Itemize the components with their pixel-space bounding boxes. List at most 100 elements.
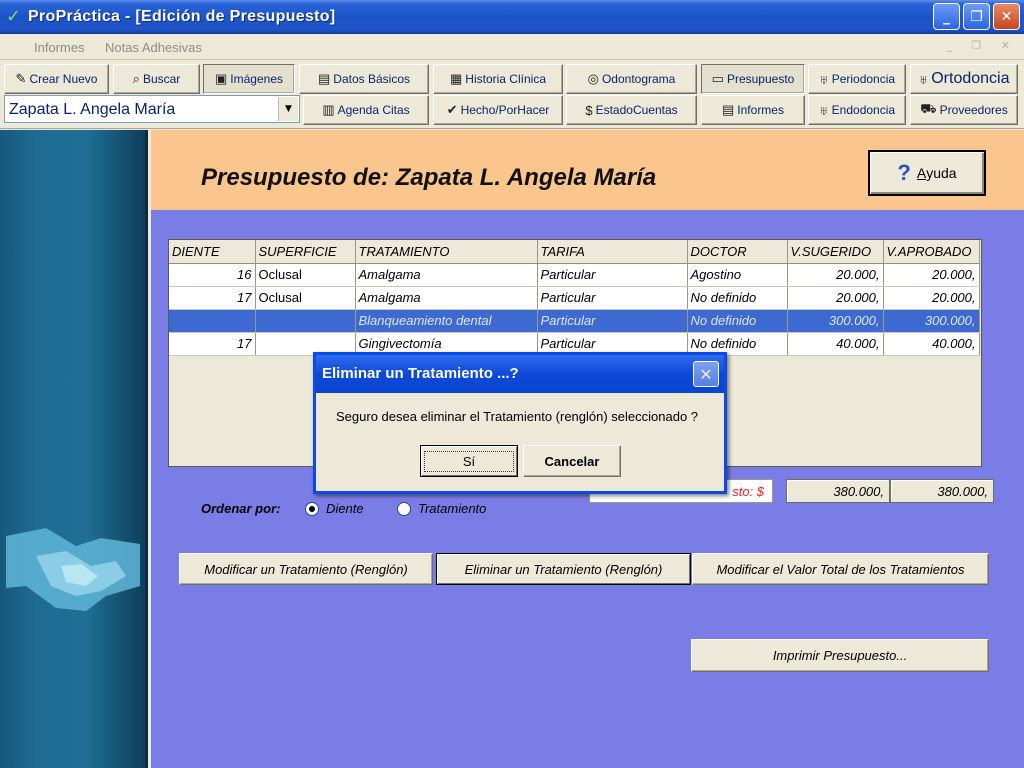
imagenes-button[interactable]: ▣ Imágenes <box>203 64 295 94</box>
cell-diente: 17 <box>169 286 256 310</box>
col-header-diente[interactable]: DIENTE <box>169 240 256 264</box>
camera-icon: ▣ <box>215 71 228 86</box>
chevron-down-icon[interactable]: ▼ <box>278 97 298 121</box>
cell-v-sugerido: 300.000, <box>787 309 884 333</box>
sort-label: Ordenar por: <box>201 501 281 516</box>
dialog-cancel-button[interactable]: Cancelar <box>523 445 621 477</box>
col-header-superficie[interactable]: SUPERFICIE <box>255 240 356 264</box>
binoculars-icon: ⌕ <box>132 71 140 86</box>
close-icon: ✕ <box>699 364 713 384</box>
calendar-icon: ▥ <box>322 102 335 117</box>
informes-button[interactable]: ▤ Informes <box>701 95 805 125</box>
col-header-v-sugerido[interactable]: V.SUGERIDO <box>787 240 884 264</box>
cell-tratamiento: Blanqueamiento dental <box>355 309 538 333</box>
table-row[interactable]: 17 Oclusal Amalgama Particular No defini… <box>169 286 980 310</box>
question-icon: ? <box>897 160 911 185</box>
handshake-image <box>6 528 140 611</box>
cell-superficie <box>255 309 356 333</box>
cell-doctor: Agostino <box>687 263 788 287</box>
dialog-message: Seguro desea eliminar el Tratamiento (re… <box>336 409 699 424</box>
historia-clinica-button[interactable]: ▦ Historia Clínica <box>433 64 563 94</box>
agenda-citas-button[interactable]: ▥ Agenda Citas <box>303 95 429 125</box>
col-header-doctor[interactable]: DOCTOR <box>687 240 788 264</box>
table-row-selected[interactable]: Blanqueamiento dental Particular No defi… <box>169 309 980 333</box>
cell-diente: 16 <box>169 263 256 287</box>
cell-v-aprobado: 40.000, <box>883 332 980 356</box>
sort-radio-diente[interactable] <box>305 502 319 516</box>
restore-button[interactable]: ❐ <box>963 3 990 30</box>
cell-superficie: Oclusal <box>255 263 356 287</box>
cell-v-aprobado: 300.000, <box>883 309 980 333</box>
tooth-icon: ♅ <box>818 71 829 87</box>
total-sugerido: 380.000, <box>786 479 890 503</box>
window-title: ProPráctica - [Edición de Presupuesto] <box>28 8 336 25</box>
patient-select-value: Zapata L. Angela María <box>9 101 176 118</box>
app-check-icon: ✓ <box>6 6 22 27</box>
ortodoncia-button[interactable]: ♅ Ortodoncia <box>910 64 1018 94</box>
document-icon: ▤ <box>722 102 735 117</box>
sort-option-tratamiento[interactable]: Tratamiento <box>418 501 486 516</box>
proveedores-button[interactable]: ⛟ Proveedores <box>910 95 1018 125</box>
endodoncia-button[interactable]: ♅ Endodoncia <box>808 95 906 125</box>
hecho-por-hacer-button[interactable]: ✔ Hecho/PorHacer <box>433 95 563 125</box>
menu-notas-adhesivas[interactable]: Notas Adhesivas <box>105 40 202 55</box>
money-icon: $ <box>585 102 593 118</box>
buscar-button[interactable]: ⌕ Buscar <box>113 64 200 94</box>
cell-doctor: No definido <box>687 286 788 310</box>
cell-tarifa: Particular <box>537 286 688 310</box>
cell-v-aprobado: 20.000, <box>883 263 980 287</box>
estado-cuentas-button[interactable]: $ EstadoCuentas <box>566 95 697 125</box>
close-button[interactable]: ✕ <box>993 3 1020 30</box>
sort-option-diente[interactable]: Diente <box>326 501 364 516</box>
col-header-tratamiento[interactable]: TRATAMIENTO <box>355 240 538 264</box>
dialog-title-bar[interactable]: Eliminar un Tratamiento ...? ✕ <box>316 355 724 393</box>
table-row[interactable]: 16 Oclusal Amalgama Particular Agostino … <box>169 263 980 287</box>
crear-nuevo-button[interactable]: ✎ Crear Nuevo <box>4 64 109 94</box>
dialog-close-button[interactable]: ✕ <box>693 361 719 387</box>
menu-informes[interactable]: Informes <box>34 40 85 55</box>
periodoncia-button[interactable]: ♅ Periodoncia <box>808 64 906 94</box>
col-header-v-aprobado[interactable]: V.APROBADO <box>883 240 980 264</box>
sort-radio-tratamiento[interactable] <box>397 502 411 516</box>
grid-header-row: DIENTE SUPERFICIE TRATAMIENTO TARIFA DOC… <box>169 240 980 264</box>
teeth-icon: ◎ <box>587 71 599 86</box>
presupuesto-button[interactable]: ▭ Presupuesto <box>701 64 805 94</box>
col-header-tarifa[interactable]: TARIFA <box>537 240 688 264</box>
help-accelerator: A <box>916 165 927 181</box>
pen-icon: ✎ <box>15 71 27 86</box>
mdi-window-controls[interactable]: _ ❐ ✕ <box>946 39 1018 52</box>
cell-v-sugerido: 40.000, <box>787 332 884 356</box>
header-band: Presupuesto de: Zapata L. Angela María ?… <box>151 130 1024 210</box>
checkmark-icon: ✔ <box>446 102 458 117</box>
cell-tratamiento: Amalgama <box>355 263 538 287</box>
datos-basicos-button[interactable]: ▤ Datos Básicos <box>299 64 429 94</box>
tooth-icon: ♅ <box>818 102 829 118</box>
minimize-button[interactable]: _ <box>933 3 960 30</box>
patient-select[interactable]: Zapata L. Angela María ▼ <box>4 95 300 123</box>
eliminar-tratamiento-button[interactable]: Eliminar un Tratamiento (Renglón) <box>436 553 691 585</box>
help-label: yuda <box>926 165 957 181</box>
tooth-icon: ♅ <box>918 71 929 87</box>
help-button[interactable]: ? Ayuda <box>868 150 986 196</box>
cell-tarifa: Particular <box>537 263 688 287</box>
cell-diente: 17 <box>169 332 256 356</box>
side-panel <box>0 130 148 768</box>
total-aprobado: 380.000, <box>890 479 994 503</box>
monitor-icon: ▭ <box>711 71 724 86</box>
odontograma-button[interactable]: ◎ Odontograma <box>566 64 697 94</box>
cell-superficie: Oclusal <box>255 286 356 310</box>
cell-v-sugerido: 20.000, <box>787 263 884 287</box>
cell-tarifa: Particular <box>537 309 688 333</box>
toolbar: ✎ Crear Nuevo ⌕ Buscar ▣ Imágenes ▤ Datos Bá… <box>0 61 1024 129</box>
cell-tratamiento: Amalgama <box>355 286 538 310</box>
confirm-dialog: Eliminar un Tratamiento ...? ✕ Seguro de… <box>313 352 727 494</box>
page-title: Presupuesto de: Zapata L. Angela María <box>201 164 657 191</box>
title-bar[interactable]: ✓ ProPráctica - [Edición de Presupuesto]… <box>0 0 1024 34</box>
imprimir-presupuesto-button[interactable]: Imprimir Presupuesto... <box>691 639 989 672</box>
cell-v-aprobado: 20.000, <box>883 286 980 310</box>
dialog-yes-button[interactable]: Sí <box>420 445 518 477</box>
modificar-valor-total-button[interactable]: Modificar el Valor Total de los Tratamie… <box>692 553 989 585</box>
printer-icon: ▦ <box>450 71 463 86</box>
modificar-tratamiento-button[interactable]: Modificar un Tratamiento (Renglón) <box>179 553 433 585</box>
cell-doctor: No definido <box>687 309 788 333</box>
